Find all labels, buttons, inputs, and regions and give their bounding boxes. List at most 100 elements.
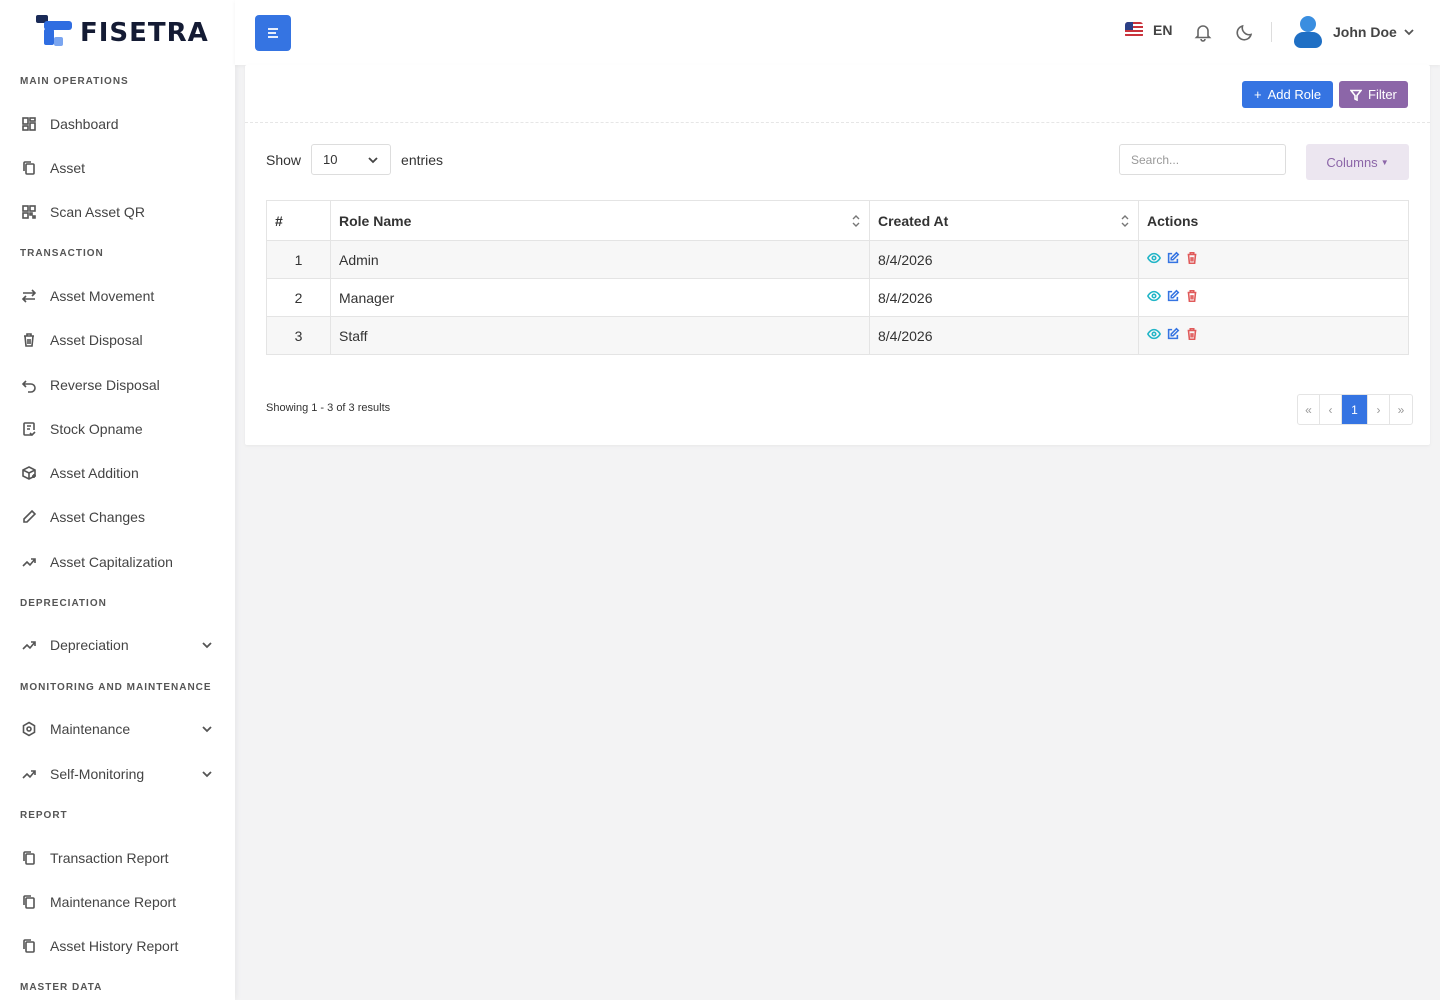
column-header-label: Role Name — [339, 212, 412, 229]
sidebar-item-asset-capitalization[interactable]: Asset Capitalization — [0, 540, 235, 584]
sidebar-item-asset-addition[interactable]: Asset Addition — [0, 451, 235, 495]
sidebar-item-asset-disposal[interactable]: Asset Disposal — [0, 318, 235, 362]
add-role-label: Add Role — [1267, 87, 1322, 102]
copy-icon — [20, 893, 38, 911]
delete-trash-icon[interactable] — [1185, 251, 1199, 268]
sidebar-item-dashboard[interactable]: Dashboard — [0, 102, 235, 146]
sidebar-item-self-monitoring[interactable]: Self-Monitoring — [0, 752, 235, 796]
entries-label: entries — [401, 151, 444, 168]
column-header-number: # — [266, 200, 331, 241]
columns-button[interactable]: Columns ▼ — [1306, 144, 1409, 180]
sidebar-item-asset-history-report[interactable]: Asset History Report — [0, 924, 235, 968]
sidebar-item-asset-movement[interactable]: Asset Movement — [0, 274, 235, 318]
arrows-icon — [20, 287, 38, 305]
language-selector[interactable]: EN — [1125, 22, 1172, 38]
language-label: EN — [1153, 22, 1173, 38]
edit-icon[interactable] — [1166, 327, 1180, 344]
sidebar-item-asset-changes[interactable]: Asset Changes — [0, 495, 235, 539]
chevron-down-icon — [1404, 29, 1414, 36]
sort-icon[interactable] — [851, 213, 861, 232]
sidebar-item-label: Asset — [50, 160, 86, 176]
prev-page-button[interactable]: ‹ — [1320, 395, 1342, 424]
box-plus-icon — [20, 464, 38, 482]
column-header-created-at[interactable]: Created At — [869, 200, 1139, 241]
add-role-button[interactable]: + Add Role — [1242, 81, 1334, 108]
cell-actions — [1138, 240, 1409, 279]
user-menu[interactable]: John Doe — [1293, 16, 1415, 48]
table-row: 3 Staff 8/4/2026 — [266, 316, 1409, 355]
search-input[interactable] — [1119, 144, 1286, 175]
table-header-row: # Role Name Created At Actions — [266, 200, 1409, 241]
sidebar-item-label: Asset Disposal — [50, 332, 143, 348]
sidebar-item-label: Asset Changes — [50, 509, 145, 525]
chevron-down-icon[interactable] — [201, 722, 213, 738]
sidebar-item-reverse-disposal[interactable]: Reverse Disposal — [0, 363, 235, 407]
qr-icon — [20, 203, 38, 221]
edit-icon[interactable] — [1166, 289, 1180, 306]
last-page-button[interactable]: » — [1390, 395, 1412, 424]
logo-icon — [36, 14, 74, 51]
sidebar-item-maintenance-report[interactable]: Maintenance Report — [0, 880, 235, 924]
sidebar: FISETRA MAIN OPERATIONS Dashboard Asset … — [0, 0, 235, 1000]
cell-number: 1 — [266, 240, 331, 279]
sidebar-item-asset[interactable]: Asset — [0, 146, 235, 190]
edit-icon[interactable] — [1166, 251, 1180, 268]
entries-control: Show 10 entries — [266, 144, 443, 175]
section-monitoring-and-maintenance: MONITORING AND MAINTENANCE — [20, 682, 212, 693]
top-header: EN John Doe — [235, 0, 1440, 65]
cell-number: 2 — [266, 278, 331, 317]
results-summary: Showing 1 - 3 of 3 results — [266, 402, 391, 414]
menu-toggle-button[interactable] — [255, 15, 291, 51]
avatar — [1293, 16, 1323, 48]
chevron-down-icon[interactable] — [201, 638, 213, 654]
sidebar-item-label: Dashboard — [50, 116, 119, 132]
delete-trash-icon[interactable] — [1185, 289, 1199, 306]
sidebar-item-transaction-report[interactable]: Transaction Report — [0, 836, 235, 880]
roles-table: # Role Name Created At Actions 1 Admin 8… — [266, 200, 1409, 355]
sidebar-item-depreciation[interactable]: Depreciation — [0, 623, 235, 667]
view-eye-icon[interactable] — [1146, 251, 1162, 268]
undo-icon — [20, 376, 38, 394]
sort-icon[interactable] — [1120, 213, 1130, 232]
copy-icon — [20, 849, 38, 867]
cell-actions — [1138, 316, 1409, 355]
column-header-label: Created At — [878, 212, 949, 229]
sidebar-item-label: Maintenance Report — [50, 894, 177, 910]
chevron-down-icon — [368, 156, 378, 163]
trend-icon — [20, 636, 38, 654]
chevron-down-icon[interactable] — [201, 767, 213, 783]
page-1-button[interactable]: 1 — [1342, 395, 1368, 424]
brand-logo[interactable]: FISETRA — [0, 0, 235, 65]
section-main-operations: MAIN OPERATIONS — [20, 76, 129, 87]
notification-bell-icon[interactable] — [1193, 22, 1213, 42]
column-header-role-name[interactable]: Role Name — [330, 200, 870, 241]
sidebar-item-stock-opname[interactable]: Stock Opname — [0, 407, 235, 451]
sidebar-item-label: Asset Capitalization — [50, 554, 173, 570]
brand-name: FISETRA — [80, 17, 209, 48]
cell-number: 3 — [266, 316, 331, 355]
filter-button[interactable]: Filter — [1339, 81, 1408, 108]
sidebar-item-scan-asset-qr[interactable]: Scan Asset QR — [0, 190, 235, 234]
section-master-data: MASTER DATA — [20, 982, 103, 993]
sidebar-item-maintenance[interactable]: Maintenance — [0, 707, 235, 751]
sidebar-item-label: Scan Asset QR — [50, 204, 145, 220]
first-page-button[interactable]: « — [1298, 395, 1320, 424]
checklist-icon — [20, 420, 38, 438]
sidebar-item-label: Asset History Report — [50, 938, 179, 954]
sidebar-item-label: Transaction Report — [50, 850, 169, 866]
us-flag-icon — [1125, 22, 1143, 38]
columns-label: Columns — [1326, 154, 1378, 170]
section-depreciation: DEPRECIATION — [20, 598, 107, 609]
delete-trash-icon[interactable] — [1185, 327, 1199, 344]
entries-select[interactable]: 10 — [311, 144, 392, 175]
dark-mode-moon-icon[interactable] — [1235, 22, 1255, 42]
user-name: John Doe — [1333, 24, 1397, 40]
view-eye-icon[interactable] — [1146, 289, 1162, 306]
sidebar-item-label: Reverse Disposal — [50, 377, 160, 393]
cell-created-at: 8/4/2026 — [869, 278, 1139, 317]
section-report: REPORT — [20, 810, 68, 821]
sidebar-item-label: Depreciation — [50, 637, 129, 653]
table-row: 2 Manager 8/4/2026 — [266, 278, 1409, 317]
view-eye-icon[interactable] — [1146, 327, 1162, 344]
next-page-button[interactable]: › — [1368, 395, 1390, 424]
